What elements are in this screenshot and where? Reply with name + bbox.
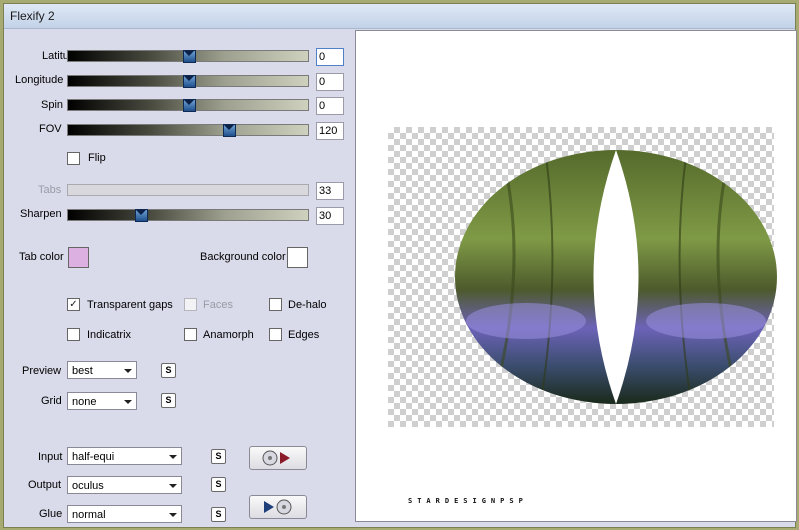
- spin-slider[interactable]: [67, 99, 309, 112]
- latitude-slider[interactable]: [67, 50, 309, 63]
- grid-save-button[interactable]: S: [161, 393, 176, 408]
- faces-label: Faces: [203, 299, 233, 311]
- tab-color-label: Tab color: [19, 251, 64, 263]
- preview-label: Preview: [22, 365, 62, 377]
- spin-value-field[interactable]: 0: [316, 97, 344, 115]
- check-mark-icon: ✓: [69, 299, 78, 310]
- tab-color-swatch[interactable]: [68, 247, 89, 268]
- transparent-gaps-label: Transparent gaps: [87, 299, 173, 311]
- chevron-down-icon: [169, 484, 177, 488]
- longitude-slider[interactable]: [67, 75, 309, 88]
- anamorph-checkbox[interactable]: [184, 328, 197, 341]
- input-select[interactable]: half-equi: [67, 447, 182, 465]
- glue-select-value: normal: [72, 509, 106, 521]
- fov-label: FOV: [39, 123, 62, 135]
- chevron-down-icon: [169, 455, 177, 459]
- sharpen-value-field[interactable]: 30: [316, 207, 344, 225]
- grid-select-value: none: [72, 396, 97, 408]
- preview-select[interactable]: best: [67, 361, 137, 379]
- edges-label: Edges: [288, 329, 320, 341]
- longitude-slider-thumb[interactable]: [183, 75, 196, 88]
- disc-play-icon: [262, 450, 290, 466]
- de-halo-label: De-halo: [288, 299, 327, 311]
- fov-value-field[interactable]: 120: [316, 122, 344, 140]
- grid-select[interactable]: none: [67, 392, 137, 410]
- watermark-text: STARDESIGNPSP: [408, 497, 528, 505]
- spin-label: Spin: [41, 99, 64, 111]
- tabs-slider: [67, 184, 309, 196]
- sharpen-label: Sharpen: [20, 208, 62, 220]
- flip-checkbox[interactable]: [67, 152, 80, 165]
- glue-save-button[interactable]: S: [211, 507, 226, 522]
- preview-select-value: best: [72, 365, 93, 377]
- output-save-button[interactable]: S: [211, 477, 226, 492]
- longitude-value-field[interactable]: 0: [316, 73, 344, 91]
- background-color-swatch[interactable]: [287, 247, 308, 268]
- sharpen-slider[interactable]: [67, 209, 309, 222]
- export-button[interactable]: [249, 495, 307, 519]
- chevron-down-icon: [124, 369, 132, 373]
- latitude-slider-thumb[interactable]: [183, 50, 196, 63]
- chevron-down-icon: [169, 513, 177, 517]
- input-select-value: half-equi: [72, 451, 115, 463]
- output-select[interactable]: oculus: [67, 476, 182, 494]
- glue-label: Glue: [39, 508, 63, 520]
- fov-slider[interactable]: [67, 124, 309, 137]
- window-title: Flexify 2: [10, 9, 55, 23]
- tabs-value-field[interactable]: 33: [316, 182, 344, 200]
- preview-image: [455, 150, 777, 404]
- spin-slider-thumb[interactable]: [183, 99, 196, 112]
- input-save-button[interactable]: S: [211, 449, 226, 464]
- indicatrix-checkbox[interactable]: [67, 328, 80, 341]
- tabs-label: Tabs: [38, 184, 62, 196]
- indicatrix-label: Indicatrix: [87, 329, 132, 341]
- input-label: Input: [38, 451, 63, 463]
- sharpen-slider-thumb[interactable]: [135, 209, 148, 222]
- output-select-value: oculus: [72, 480, 104, 492]
- chevron-down-icon: [124, 400, 132, 404]
- edges-checkbox[interactable]: [269, 328, 282, 341]
- background-color-label: Background color: [200, 251, 286, 263]
- play-disc-icon: [264, 499, 292, 515]
- latitude-value-field[interactable]: 0: [316, 48, 344, 66]
- flexify-window: Flexify 2 Latitude 0 Longitude 0 Spin 0 …: [3, 3, 797, 528]
- title-bar[interactable]: Flexify 2: [4, 4, 795, 29]
- anamorph-label: Anamorph: [203, 329, 254, 341]
- fov-slider-thumb[interactable]: [223, 124, 237, 137]
- preview-save-button[interactable]: S: [161, 363, 176, 378]
- faces-checkbox: [184, 298, 197, 311]
- grid-label: Grid: [41, 395, 62, 407]
- de-halo-checkbox[interactable]: [269, 298, 282, 311]
- longitude-label: Longitude: [15, 74, 64, 86]
- transparent-gaps-checkbox[interactable]: ✓: [67, 298, 80, 311]
- preview-pane[interactable]: STARDESIGNPSP: [355, 30, 797, 522]
- glue-select[interactable]: normal: [67, 505, 182, 523]
- import-button[interactable]: [249, 446, 307, 470]
- flip-label: Flip: [88, 152, 106, 164]
- output-label: Output: [28, 479, 62, 491]
